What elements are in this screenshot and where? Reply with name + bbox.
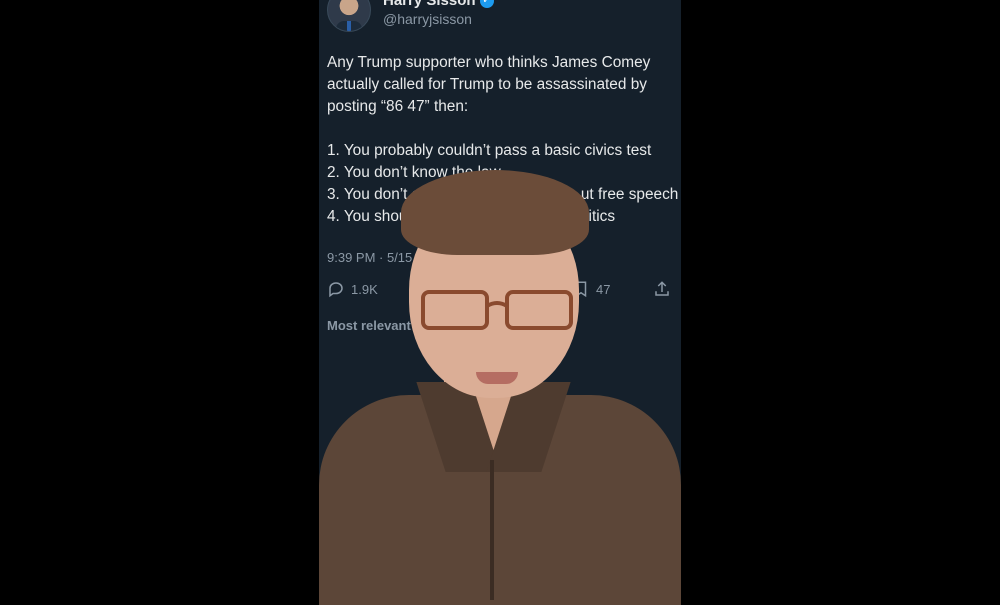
presenter-hair: [401, 170, 589, 255]
avatar-tie: [347, 21, 351, 31]
tweet-line-2: actually called for Trump to be assassin…: [327, 76, 647, 93]
list-item-1: 1. You probably couldn’t pass a basic ci…: [327, 142, 652, 159]
author-name[interactable]: Harry Sisson: [383, 0, 476, 9]
presenter-mouth: [476, 372, 518, 384]
author-avatar[interactable]: [327, 0, 371, 32]
glasses: [421, 290, 573, 330]
shirt-zipper: [490, 460, 494, 600]
verified-badge-icon: ✓: [479, 0, 494, 8]
tweet-line-3: posting “86 47” then:: [327, 98, 469, 115]
author-name-row[interactable]: Harry Sisson ✓: [383, 0, 494, 9]
presenter-overlay: [319, 170, 681, 605]
tweet-header: Harry Sisson ✓ @harryjsisson: [327, 0, 667, 34]
tweet-line-1: Any Trump supporter who thinks James Com…: [327, 54, 651, 71]
author-handle[interactable]: @harryjsisson: [383, 11, 472, 27]
